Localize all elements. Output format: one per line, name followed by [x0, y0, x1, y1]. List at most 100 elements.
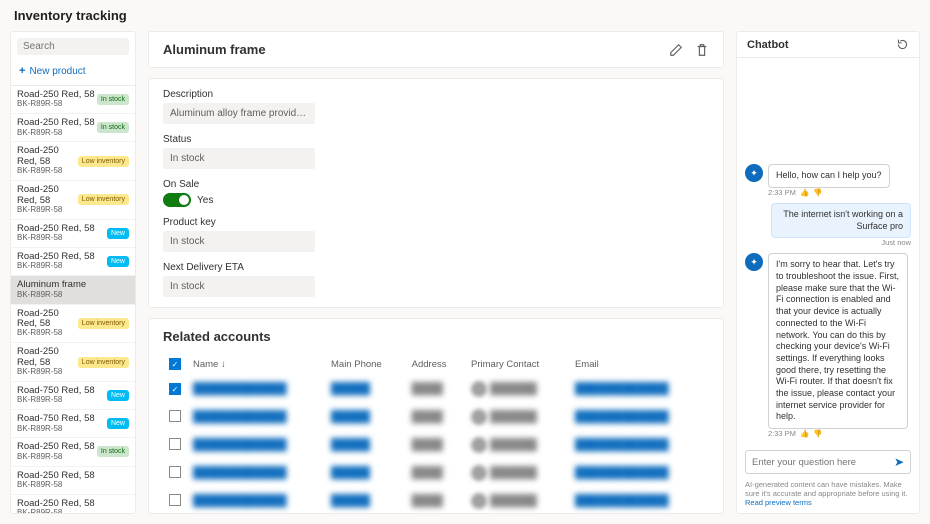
product-sku: BK-R89R-58	[17, 453, 95, 462]
product-list-item[interactable]: Aluminum frameBK-R89R-58	[11, 276, 135, 304]
delete-icon[interactable]	[695, 43, 709, 57]
status-badge: Low inventory	[78, 318, 129, 329]
product-sku: BK-R89R-58	[17, 425, 95, 434]
product-sku: BK-R89R-58	[17, 329, 78, 338]
msg-time: 2:33 PM	[768, 188, 796, 197]
product-sku: BK-R89R-58	[17, 509, 95, 513]
row-phone: █████	[331, 411, 370, 423]
product-sku: BK-R89R-58	[17, 206, 78, 215]
product-list-item[interactable]: Road-250 Red, 58BK-R89R-58In stock	[11, 86, 135, 114]
related-card: Related accounts ✓ Name ↓ Main Phone Add…	[148, 318, 724, 514]
send-icon[interactable]: ➤	[894, 455, 904, 469]
description-value[interactable]: Aluminum alloy frame provides a light, s…	[163, 103, 315, 124]
productkey-label: Product key	[163, 217, 709, 228]
search-input-wrap[interactable]	[17, 38, 129, 55]
row-contact: ██████	[490, 495, 537, 507]
table-row[interactable]: ████████████ █████ ████ ██████ █████████…	[165, 432, 707, 458]
row-address: ████	[412, 439, 443, 451]
onsale-label: On Sale	[163, 179, 709, 190]
status-badge: Low inventory	[78, 194, 129, 205]
product-list-item[interactable]: Road-250 Red, 58BK-R89R-58	[11, 467, 135, 495]
table-row[interactable]: ████████████ █████ ████ ██████ █████████…	[165, 460, 707, 486]
page-title: Inventory tracking	[0, 0, 930, 31]
row-address: ████	[412, 467, 443, 479]
thumbs-up-icon[interactable]: 👍	[800, 188, 809, 197]
product-list-item[interactable]: Road-250 Red, 58BK-R89R-58In stock	[11, 114, 135, 142]
col-address[interactable]: Address	[408, 354, 465, 374]
status-value[interactable]: In stock	[163, 148, 315, 169]
eta-label: Next Delivery ETA	[163, 262, 709, 273]
productkey-value[interactable]: In stock	[163, 231, 315, 252]
avatar-icon	[471, 381, 487, 397]
row-contact: ██████	[490, 467, 537, 479]
product-sku: BK-R89R-58	[17, 129, 95, 138]
thumbs-down-icon[interactable]: 👎	[813, 429, 822, 438]
product-name: Road-250 Red, 58	[17, 309, 78, 330]
onsale-toggle[interactable]	[163, 193, 191, 207]
product-list-item[interactable]: Road-250 Red, 58BK-R89R-58Low inventory	[11, 305, 135, 344]
status-badge: In stock	[97, 446, 129, 457]
table-row[interactable]: ✓ ████████████ █████ ████ ██████ ███████…	[165, 376, 707, 402]
avatar-icon	[471, 493, 487, 509]
row-phone: █████	[331, 383, 370, 395]
product-list-item[interactable]: Road-250 Red, 58BK-R89R-58Low inventory	[11, 343, 135, 382]
avatar-icon	[471, 465, 487, 481]
row-checkbox[interactable]: ✓	[169, 383, 181, 395]
product-list-item[interactable]: Road-750 Red, 58BK-R89R-58 New	[11, 410, 135, 438]
row-email: ████████████	[575, 495, 669, 507]
product-list-item[interactable]: Road-250 Red, 58BK-R89R-58Low inventory	[11, 142, 135, 181]
col-phone[interactable]: Main Phone	[327, 354, 406, 374]
row-address: ████	[412, 411, 443, 423]
search-input[interactable]	[23, 41, 136, 52]
product-list-item[interactable]: Road-250 Red, 58BK-R89R-58New	[11, 220, 135, 248]
col-name[interactable]: Name ↓	[189, 354, 325, 374]
select-all-checkbox[interactable]: ✓	[169, 358, 181, 370]
status-badge: New	[107, 390, 129, 401]
product-list-item[interactable]: Road-250 Red, 58BK-R89R-58	[11, 495, 135, 513]
status-badge: New	[107, 228, 129, 239]
col-email[interactable]: Email	[571, 354, 707, 374]
row-email: ████████████	[575, 383, 669, 395]
product-name: Road-750 Red, 58	[17, 414, 95, 424]
bot-message: I'm sorry to hear that. Let's try to tro…	[768, 253, 908, 429]
chat-input-wrap[interactable]: ➤	[745, 450, 911, 474]
thumbs-up-icon[interactable]: 👍	[800, 429, 809, 438]
table-row[interactable]: ████████████ █████ ████ ██████ █████████…	[165, 488, 707, 514]
row-checkbox[interactable]	[169, 410, 181, 422]
row-phone: █████	[331, 467, 370, 479]
row-contact: ██████	[490, 411, 537, 423]
product-list-item[interactable]: Road-250 Red, 58BK-R89R-58New	[11, 248, 135, 276]
status-badge: Low inventory	[78, 156, 129, 167]
product-sku: BK-R89R-58	[17, 100, 95, 109]
row-name: ████████████	[193, 467, 287, 479]
product-sku: BK-R89R-58	[17, 291, 86, 300]
row-address: ████	[412, 495, 443, 507]
edit-icon[interactable]	[669, 43, 683, 57]
reset-icon[interactable]	[896, 38, 909, 51]
status-badge: New	[107, 418, 129, 429]
row-checkbox[interactable]	[169, 466, 181, 478]
product-name: Road-250 Red, 58	[17, 146, 78, 167]
new-product-button[interactable]: + New product	[11, 61, 135, 86]
preview-terms-link[interactable]: Read preview terms	[745, 498, 812, 507]
row-name: ████████████	[193, 439, 287, 451]
chat-input[interactable]	[752, 457, 894, 468]
row-checkbox[interactable]	[169, 438, 181, 450]
product-list-item[interactable]: Road-250 Red, 58BK-R89R-58Low inventory	[11, 181, 135, 220]
status-badge: In stock	[97, 122, 129, 133]
product-name: Road-250 Red, 58	[17, 185, 78, 206]
product-list-item[interactable]: Road-750 Red, 58BK-R89R-58New	[11, 382, 135, 410]
status-badge: In stock	[97, 94, 129, 105]
row-checkbox[interactable]	[169, 494, 181, 506]
eta-value[interactable]: In stock	[163, 276, 315, 297]
detail-header: Aluminum frame	[148, 31, 724, 68]
product-list-item[interactable]: Road-250 Red, 58BK-R89R-58In stock	[11, 438, 135, 466]
table-row[interactable]: ████████████ █████ ████ ██████ █████████…	[165, 404, 707, 430]
new-product-label: New product	[29, 66, 85, 77]
msg-time: Just now	[881, 238, 911, 247]
col-contact[interactable]: Primary Contact	[467, 354, 569, 374]
thumbs-down-icon[interactable]: 👎	[813, 188, 822, 197]
product-name: Road-250 Red, 58	[17, 347, 78, 368]
row-email: ████████████	[575, 467, 669, 479]
avatar-icon	[471, 409, 487, 425]
